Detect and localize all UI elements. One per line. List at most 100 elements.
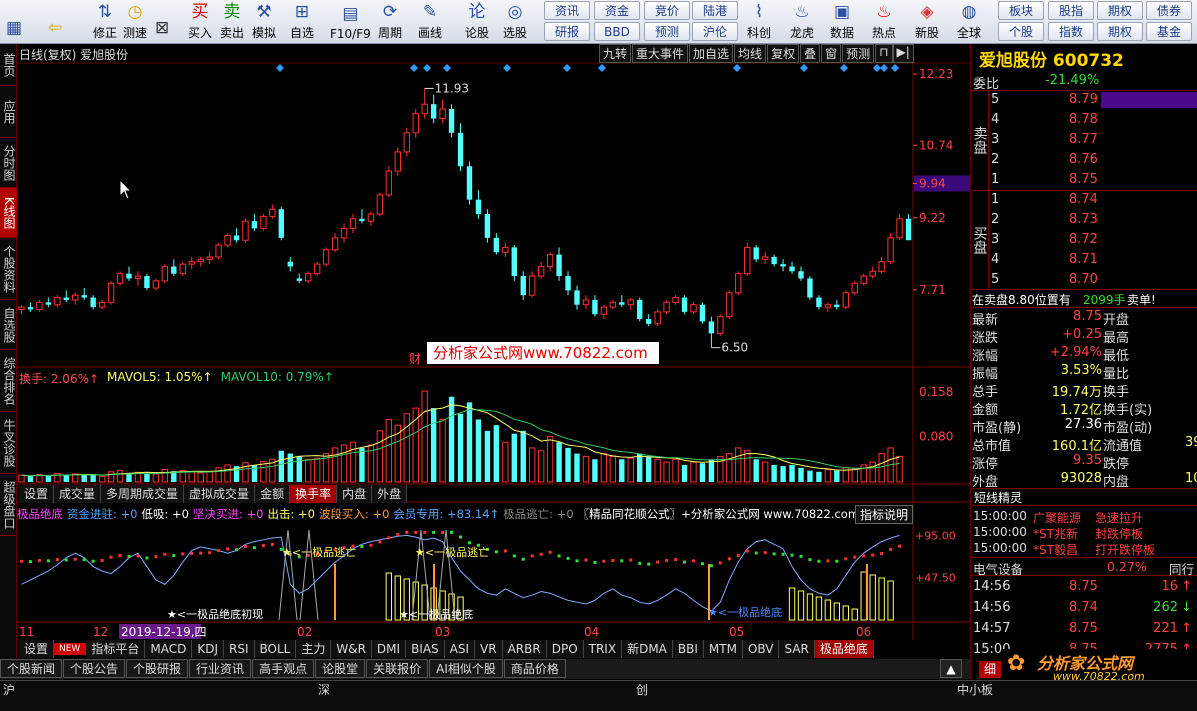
- tab-2[interactable]: 多周期成交量: [101, 485, 185, 503]
- tab-6[interactable]: BOLL: [254, 640, 297, 658]
- info-tab[interactable]: 个股研报: [126, 659, 189, 678]
- info-tab[interactable]: 商品价格: [503, 659, 566, 678]
- order-book-row[interactable]: 2 8.76: [971, 151, 1197, 169]
- order-book-row[interactable]: 2 8.73: [971, 211, 1197, 229]
- close-button[interactable]: ⊠: [155, 1, 169, 43]
- chart-tool-button[interactable]: 窗: [821, 44, 842, 63]
- tab-18[interactable]: MTM: [703, 640, 743, 658]
- info-tab[interactable]: 论股堂: [315, 659, 366, 678]
- sidebar-tab[interactable]: 牛叉诊股: [0, 412, 17, 474]
- sidebar-tab[interactable]: 应用: [0, 86, 17, 138]
- info-tab[interactable]: 行业资讯: [189, 659, 252, 678]
- toolbar-small-button[interactable]: 竞价: [644, 1, 690, 20]
- tab-6[interactable]: 内盘: [337, 485, 373, 503]
- hot-button[interactable]: ♨ 热点: [872, 1, 896, 43]
- chart-button[interactable]: ⌇ 科创: [747, 1, 771, 43]
- toolbar-small-button[interactable]: 股指: [1048, 1, 1094, 20]
- tab-13[interactable]: ARBR: [502, 640, 547, 658]
- sector-row[interactable]: 电气设备 0.27% 同行: [971, 557, 1197, 577]
- toolbar-small-button[interactable]: 资金: [594, 1, 640, 20]
- tab-16[interactable]: 新DMA: [622, 640, 673, 658]
- select-button[interactable]: ◎ 选股: [503, 1, 527, 43]
- info-tab[interactable]: 高手观点: [252, 659, 315, 678]
- info-tab[interactable]: 个股公告: [63, 659, 126, 678]
- discuss-button[interactable]: 论论股: [465, 1, 489, 43]
- chart-tool-button[interactable]: 均线: [734, 44, 767, 63]
- globe-button[interactable]: ◍ 全球: [957, 1, 981, 43]
- toolbar-small-button[interactable]: 陆港: [692, 1, 738, 20]
- tab-14[interactable]: DPO: [546, 640, 584, 658]
- new-button[interactable]: ◈ 新股: [915, 1, 939, 43]
- chart-tool-button[interactable]: 重大事件: [632, 44, 689, 63]
- order-book-row[interactable]: 5 8.70: [971, 271, 1197, 289]
- buy-button[interactable]: 买买入: [188, 1, 212, 43]
- tab-7[interactable]: 主力: [296, 640, 332, 658]
- chart-tool-button[interactable]: 加自选: [689, 44, 734, 63]
- toolbar-small-button[interactable]: 板块: [998, 1, 1044, 20]
- dragon-button[interactable]: ♨ 龙虎: [790, 1, 814, 43]
- chart-tool-button[interactable]: 预测: [842, 44, 875, 63]
- hammer-button[interactable]: ⚒ 模拟: [252, 1, 276, 43]
- tab-1[interactable]: 成交量: [54, 485, 102, 503]
- tab-11[interactable]: ASI: [444, 640, 476, 658]
- sidebar-tab[interactable]: K线图: [0, 188, 17, 238]
- tab-0[interactable]: 设置: [19, 485, 55, 503]
- info-tab[interactable]: AI相似个股: [429, 659, 503, 678]
- order-book-row[interactable]: 5 8.79: [971, 91, 1197, 109]
- updown-button[interactable]: ⇅ 修正: [93, 1, 117, 43]
- info-tab[interactable]: 个股新闻: [0, 659, 63, 678]
- f10-button[interactable]: ▤ F10/F9: [330, 1, 371, 43]
- tab-15[interactable]: TRIX: [583, 640, 623, 658]
- sidebar-tab[interactable]: 自选股: [0, 300, 17, 350]
- tab-4[interactable]: 金额: [255, 485, 291, 503]
- sidebar-tab[interactable]: 分时图: [0, 138, 17, 188]
- toolbar-small-button[interactable]: 基金: [1146, 22, 1192, 41]
- tab-4[interactable]: KDJ: [192, 640, 224, 658]
- toolbar-small-button[interactable]: 债券: [1146, 1, 1192, 20]
- tab-20[interactable]: SAR: [779, 640, 815, 658]
- tab-2[interactable]: 指标平台: [86, 640, 146, 658]
- tab-3[interactable]: MACD: [145, 640, 193, 658]
- pe-button[interactable]: ▣ 数据: [830, 1, 854, 43]
- lock-icon[interactable]: ⊓: [875, 44, 893, 63]
- sidebar-tab[interactable]: 综合排名: [0, 350, 17, 412]
- tab-21[interactable]: 极品绝底: [814, 640, 874, 658]
- plus-button[interactable]: ⊞ 自选: [290, 1, 314, 43]
- chart-tool-button[interactable]: 九转: [599, 44, 632, 63]
- back-arrow-button[interactable]: ⇦: [48, 1, 62, 43]
- toolbar-small-button[interactable]: 期权: [1097, 1, 1143, 20]
- tab-10[interactable]: BIAS: [406, 640, 445, 658]
- tab-9[interactable]: DMI: [371, 640, 407, 658]
- sidebar-tab[interactable]: 首页: [0, 44, 17, 86]
- grid-button[interactable]: ▦: [6, 1, 22, 43]
- tab-17[interactable]: BBI: [672, 640, 704, 658]
- toolbar-small-button[interactable]: 资讯: [544, 1, 590, 20]
- toolbar-small-button[interactable]: 个股: [998, 22, 1044, 41]
- forward-icon[interactable]: ▶|: [892, 44, 914, 63]
- toolbar-small-button[interactable]: 指数: [1048, 22, 1094, 41]
- elves-row[interactable]: 15:00:00 *ST毅昌 打开跌停板: [971, 540, 1197, 558]
- order-book-row[interactable]: 3 8.77: [971, 131, 1197, 149]
- order-book-row[interactable]: 3 8.72: [971, 231, 1197, 249]
- sell-button[interactable]: 卖卖出: [220, 1, 244, 43]
- tab-8[interactable]: W&R: [331, 640, 372, 658]
- sidebar-tab[interactable]: 超级盘口: [0, 474, 17, 536]
- detail-button[interactable]: 细: [979, 661, 1001, 678]
- tab-19[interactable]: OBV: [742, 640, 780, 658]
- tab-5[interactable]: RSI: [224, 640, 255, 658]
- toolbar-small-button[interactable]: 预测: [644, 22, 690, 41]
- pen-button[interactable]: ✎ 画线: [418, 1, 442, 43]
- clock-button[interactable]: ◷ 测速: [123, 1, 147, 43]
- period-button[interactable]: ⟳ 周期: [378, 1, 402, 43]
- order-book-row[interactable]: 1 8.74: [971, 191, 1197, 209]
- info-tab[interactable]: 关联报价: [366, 659, 429, 678]
- tab-3[interactable]: 虚拟成交量: [184, 485, 256, 503]
- sidebar-tab[interactable]: 个股资料: [0, 238, 17, 300]
- indicator-help-button[interactable]: 指标说明: [855, 505, 914, 524]
- tab-5[interactable]: 换手率: [290, 485, 338, 503]
- order-book-row[interactable]: 4 8.71: [971, 251, 1197, 269]
- toolbar-small-button[interactable]: 研报: [544, 22, 590, 41]
- chart-tool-button[interactable]: 叠: [800, 44, 821, 63]
- tab-1[interactable]: NEW: [54, 643, 87, 655]
- kline-chart[interactable]: 12.23 10.74 9.94 9.22 7.71 11.93 6.50 财 分析家公式网ww…: [17, 44, 970, 640]
